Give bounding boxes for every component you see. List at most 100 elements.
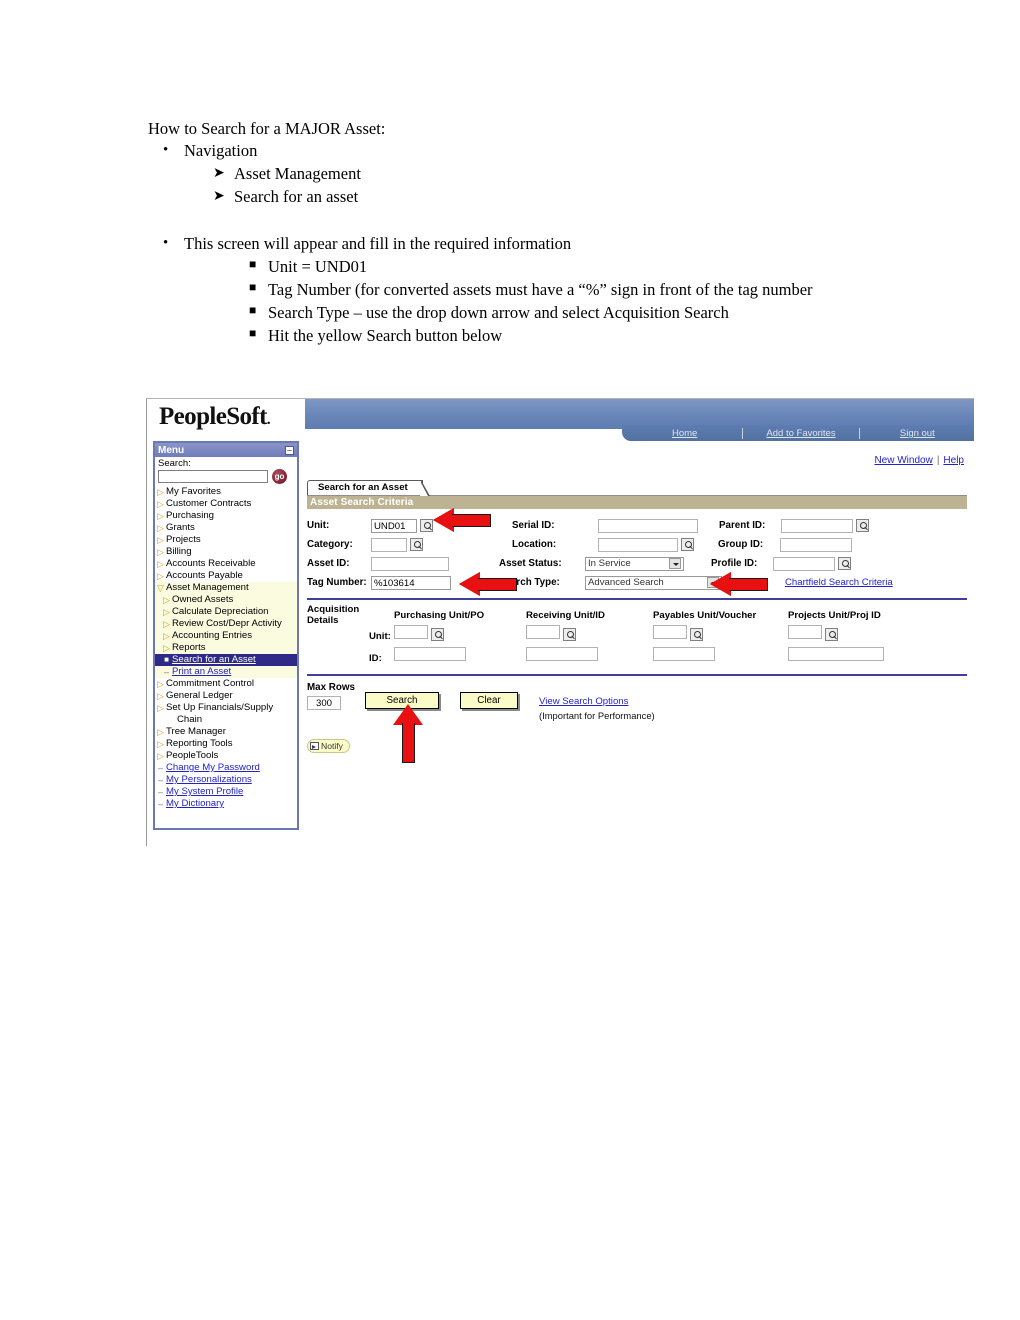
menu-item-label: PeopleTools bbox=[166, 750, 219, 761]
collapsed-arrow-icon: ▷ bbox=[157, 571, 164, 581]
nav-sign-out[interactable]: Sign out bbox=[860, 428, 974, 439]
max-rows-field[interactable]: 300 bbox=[307, 696, 341, 710]
notify-label: Notify bbox=[321, 741, 343, 751]
location-lookup-icon[interactable] bbox=[681, 538, 694, 551]
acq-purchasing-unit-lookup-icon[interactable] bbox=[431, 628, 444, 642]
asset-id-field[interactable] bbox=[371, 556, 449, 571]
acq-payables-unit-field[interactable] bbox=[653, 625, 687, 639]
acq-projects-id-field[interactable] bbox=[788, 647, 884, 661]
disc-bullet-icon: • bbox=[163, 142, 169, 158]
acq-receiving-id-field[interactable] bbox=[526, 647, 598, 661]
menu-item-peopletools[interactable]: ▷ PeopleTools bbox=[155, 750, 297, 762]
nav-add-to-favorites[interactable]: Add to Favorites bbox=[743, 428, 858, 439]
menu-item-label[interactable]: Print an Asset bbox=[172, 666, 231, 678]
menu-item-my-personalizations[interactable]: – My Personalizations bbox=[155, 774, 297, 786]
acq-receiving-unit-lookup-icon[interactable] bbox=[563, 628, 576, 642]
acq-purchasing-unit-field[interactable] bbox=[394, 625, 428, 639]
dash-bullet-icon: – bbox=[157, 787, 163, 797]
menu-item-accounting-entries[interactable]: ▷ Accounting Entries bbox=[155, 630, 297, 642]
collapsed-arrow-icon: ▷ bbox=[157, 739, 164, 749]
serial-id-label: Serial ID: bbox=[512, 520, 555, 531]
asset-status-dropdown[interactable]: In Service bbox=[585, 556, 684, 571]
menu-item-review-cost-depr-activity[interactable]: ▷ Review Cost/Depr Activity bbox=[155, 618, 297, 630]
menu-item-label[interactable]: Search for an Asset bbox=[172, 654, 256, 666]
bullet-text: Tag Number (for converted assets must ha… bbox=[268, 280, 813, 299]
help-link[interactable]: Help bbox=[943, 455, 964, 466]
tab-search-for-an-asset[interactable]: Search for an Asset bbox=[307, 480, 430, 496]
view-search-options-link[interactable]: View Search Options bbox=[539, 696, 628, 707]
profile-id-lookup-icon[interactable] bbox=[838, 557, 851, 570]
menu-item-accounts-payable[interactable]: ▷ Accounts Payable bbox=[155, 570, 297, 582]
menu-item-accounts-receivable[interactable]: ▷ Accounts Receivable bbox=[155, 558, 297, 570]
menu-item-asset-management[interactable]: ▽ Asset Management bbox=[155, 582, 297, 594]
location-field[interactable] bbox=[598, 537, 678, 552]
menu-item-owned-assets[interactable]: ▷ Owned Assets bbox=[155, 594, 297, 606]
menu-item-purchasing[interactable]: ▷ Purchasing bbox=[155, 510, 297, 522]
disc-bullet-icon: • bbox=[163, 235, 169, 251]
acq-projects-unit-lookup-icon[interactable] bbox=[825, 628, 838, 642]
new-window-link[interactable]: New Window bbox=[874, 455, 932, 466]
unit-lookup-icon[interactable] bbox=[420, 519, 433, 532]
menu-item-reports[interactable]: ▷ Reports bbox=[155, 642, 297, 654]
menu-item-change-my-password[interactable]: – Change My Password bbox=[155, 762, 297, 774]
profile-id-field[interactable] bbox=[773, 556, 835, 571]
menu-item-grants[interactable]: ▷ Grants bbox=[155, 522, 297, 534]
menu-item-calculate-depreciation[interactable]: ▷ Calculate Depreciation bbox=[155, 606, 297, 618]
menu-item-label: Projects bbox=[166, 534, 201, 545]
menu-item-set-up-financials-supply-chain[interactable]: ▷ Set Up Financials/Supply bbox=[155, 702, 297, 714]
menu-item-tree-manager[interactable]: ▷ Tree Manager bbox=[155, 726, 297, 738]
menu-item-customer-contracts[interactable]: ▷ Customer Contracts bbox=[155, 498, 297, 510]
asset-id-label: Asset ID: bbox=[307, 558, 350, 569]
menu-item-label[interactable]: Change My Password bbox=[166, 762, 260, 774]
chartfield-search-criteria-link[interactable]: Chartfield Search Criteria bbox=[785, 577, 893, 588]
menu-item-my-favorites[interactable]: ▷ My Favorites bbox=[155, 486, 297, 498]
acq-payables-unit-lookup-icon[interactable] bbox=[690, 628, 703, 642]
search-type-dropdown[interactable]: Advanced Search bbox=[585, 575, 722, 590]
menu-item-print-an-asset[interactable]: – Print an Asset bbox=[155, 666, 297, 678]
collapsed-arrow-icon: ▷ bbox=[157, 547, 164, 557]
collapsed-arrow-icon: ▷ bbox=[157, 751, 164, 761]
go-button[interactable]: go bbox=[272, 469, 287, 484]
minimize-icon[interactable]: – bbox=[285, 445, 294, 455]
category-field[interactable] bbox=[371, 537, 407, 552]
acq-receiving-unit-field[interactable] bbox=[526, 625, 560, 639]
form-row-1: Unit: UND01 Serial ID: Parent ID: bbox=[307, 516, 967, 535]
group-id-field[interactable] bbox=[780, 537, 852, 552]
serial-id-field[interactable] bbox=[598, 518, 698, 533]
category-lookup-icon[interactable] bbox=[410, 538, 423, 551]
bullet-search-type: ■ Search Type – use the drop down arrow … bbox=[249, 301, 908, 324]
menu-item-label[interactable]: My Dictionary bbox=[166, 798, 224, 810]
menu-item-reporting-tools[interactable]: ▷ Reporting Tools bbox=[155, 738, 297, 750]
acq-projects-unit-field[interactable] bbox=[788, 625, 822, 639]
tag-number-field[interactable]: %103614 bbox=[371, 575, 451, 590]
menu-item-commitment-control[interactable]: ▷ Commitment Control bbox=[155, 678, 297, 690]
menu-search-row: go bbox=[155, 469, 297, 486]
menu-item-my-dictionary[interactable]: – My Dictionary bbox=[155, 798, 297, 810]
bullet-text: Navigation bbox=[184, 141, 258, 160]
menu-item-label: Accounting Entries bbox=[172, 630, 252, 641]
menu-item-label[interactable]: My System Profile bbox=[166, 786, 243, 798]
menu-item-projects[interactable]: ▷ Projects bbox=[155, 534, 297, 546]
menu-item-my-system-profile[interactable]: – My System Profile bbox=[155, 786, 297, 798]
clear-button[interactable]: Clear bbox=[460, 692, 518, 709]
form-row-3: Asset ID: Asset Status: In Service Profi… bbox=[307, 554, 967, 573]
acq-payables-id-field[interactable] bbox=[653, 647, 715, 661]
menu-item-label: Accounts Receivable bbox=[166, 558, 256, 569]
parent-id-lookup-icon[interactable] bbox=[856, 519, 869, 532]
nav-home[interactable]: Home bbox=[627, 428, 742, 439]
logo-dot: . bbox=[266, 412, 271, 428]
collapsed-arrow-icon: ▷ bbox=[157, 559, 164, 569]
chevron-down-icon[interactable] bbox=[669, 558, 681, 569]
parent-id-field[interactable] bbox=[781, 518, 853, 533]
menu-item-billing[interactable]: ▷ Billing bbox=[155, 546, 297, 558]
notify-button[interactable]: Notify bbox=[307, 739, 350, 753]
menu-item-label: Calculate Depreciation bbox=[172, 606, 269, 617]
location-label: Location: bbox=[512, 539, 557, 550]
menu-item-search-for-an-asset[interactable]: ■ Search for an Asset bbox=[155, 654, 297, 666]
acq-purchasing-id-field[interactable] bbox=[394, 647, 466, 661]
menu-item-general-ledger[interactable]: ▷ General Ledger bbox=[155, 690, 297, 702]
unit-field[interactable]: UND01 bbox=[371, 518, 417, 533]
arrow-shaft bbox=[452, 514, 491, 527]
menu-item-label[interactable]: My Personalizations bbox=[166, 774, 252, 786]
menu-search-input[interactable] bbox=[158, 470, 268, 483]
